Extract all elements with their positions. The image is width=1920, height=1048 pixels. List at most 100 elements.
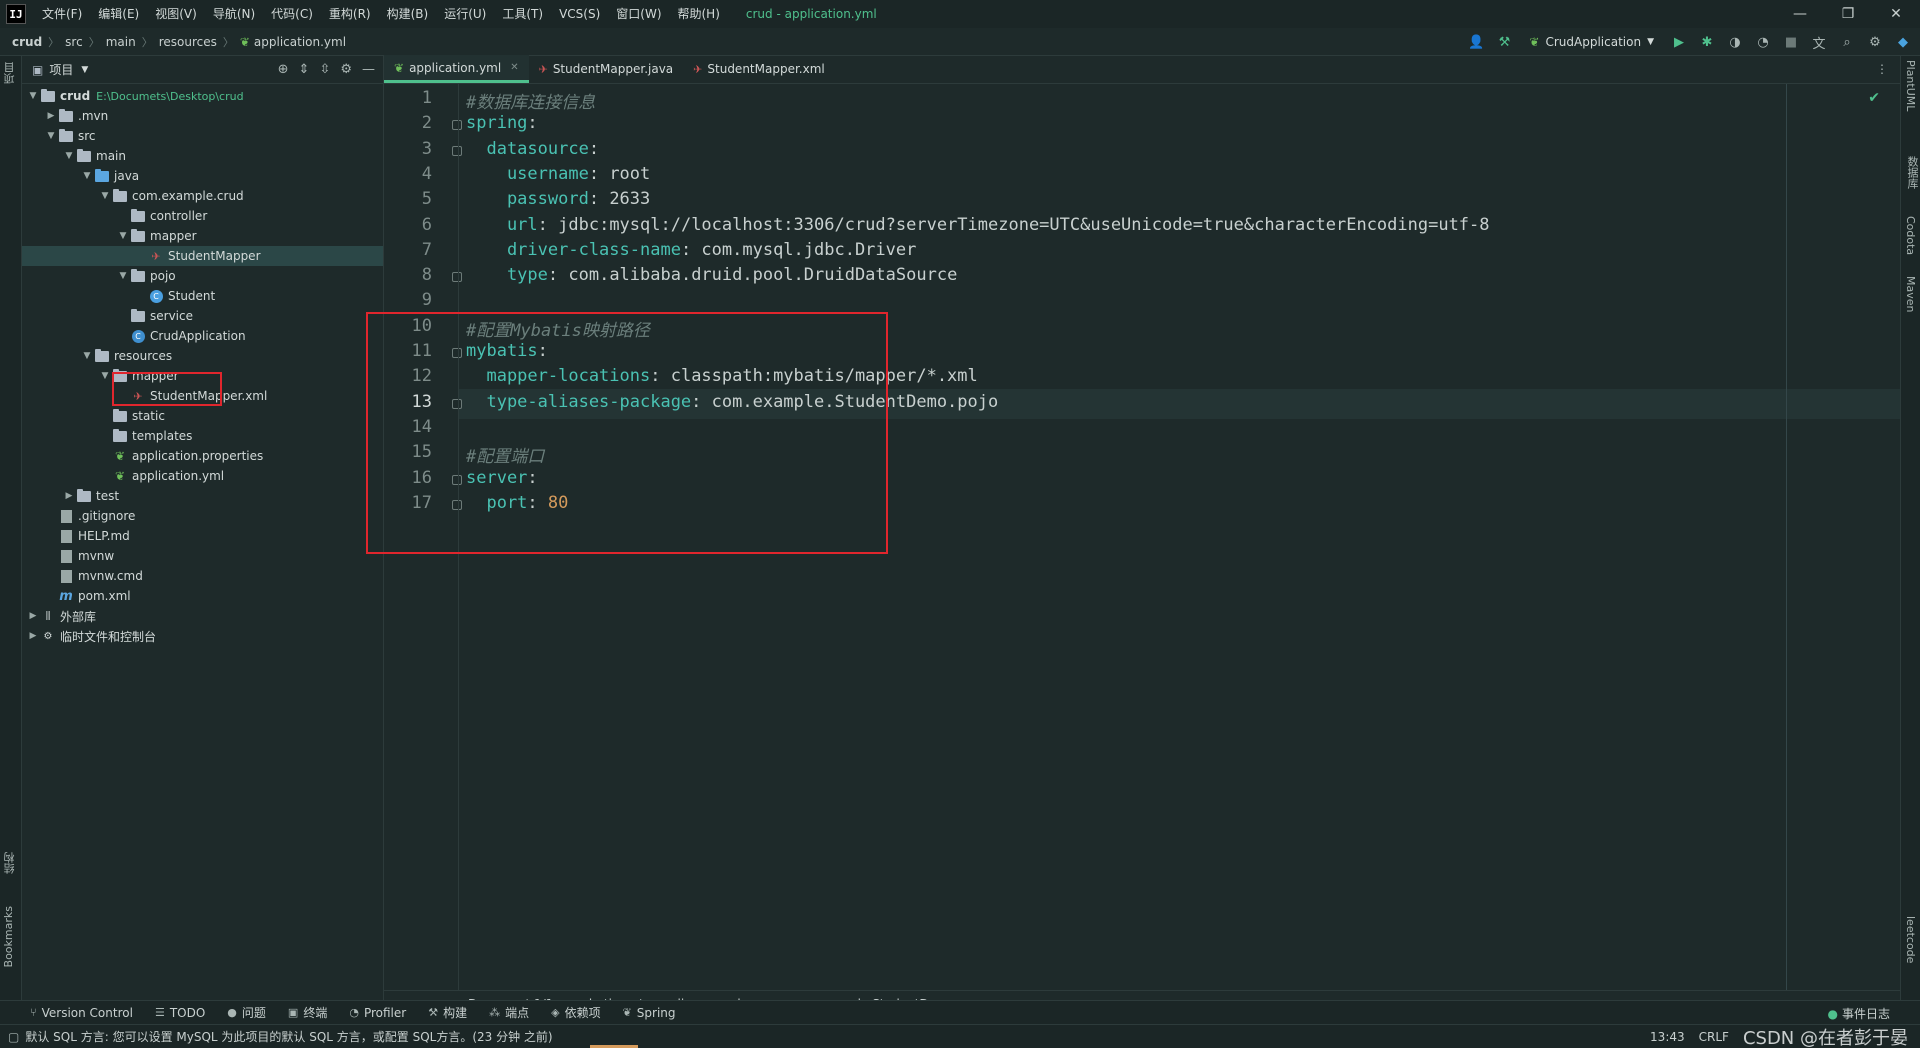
run-icon[interactable]: ▶ [1670, 33, 1688, 51]
chevron-right-icon[interactable]: ▶ [44, 111, 58, 121]
tree-item[interactable]: mvnw [22, 546, 383, 566]
breadcrumb-item[interactable]: crud [0, 35, 46, 49]
bookmarks-tool-window-tab[interactable]: Bookmarks [2, 906, 15, 967]
tree-item[interactable]: ▶ ⚙ 临时文件和控制台 [22, 626, 383, 646]
tree-item[interactable]: service [22, 306, 383, 326]
fold-marker-icon[interactable] [452, 145, 462, 156]
editor-tab[interactable]: ✈ StudentMapper.xml [683, 55, 835, 83]
stop-icon[interactable]: ■ [1782, 33, 1800, 51]
user-icon[interactable]: 👤 [1467, 33, 1485, 51]
restore-icon[interactable]: ❐ [1824, 0, 1872, 28]
chevron-down-icon[interactable]: ▼ [80, 351, 94, 361]
caret-position[interactable]: 13:43 [1650, 1030, 1685, 1044]
chevron-right-icon[interactable]: ▶ [62, 491, 76, 501]
translate-icon[interactable]: 文 [1810, 33, 1828, 52]
chevron-down-icon[interactable]: ▼ [80, 171, 94, 181]
right-tool-window-tab[interactable]: Codota [1904, 216, 1917, 255]
bottom-tool-button[interactable]: ❦ Spring [623, 1006, 676, 1020]
bottom-tool-button[interactable]: ☰ TODO [155, 1006, 205, 1020]
tree-item[interactable]: ✈ StudentMapper [22, 246, 383, 266]
inspection-ok-check-icon[interactable]: ✔ [1868, 90, 1880, 106]
close-icon[interactable]: ✕ [1872, 0, 1920, 28]
bottom-tool-button[interactable]: ⁂ 端点 [489, 1004, 529, 1021]
project-tool-window-tab[interactable]: 项目 [2, 62, 18, 84]
breadcrumb-item[interactable]: main [102, 35, 140, 49]
chevron-down-icon[interactable]: ▼ [98, 191, 112, 201]
tree-item[interactable]: ▼ java [22, 166, 383, 186]
tree-item[interactable]: ▼ main [22, 146, 383, 166]
tree-item[interactable]: static [22, 406, 383, 426]
line-separator[interactable]: CRLF [1699, 1030, 1729, 1044]
chevron-down-icon[interactable]: ▼ [62, 151, 76, 161]
editor-tab[interactable]: ❦ application.yml ✕ [384, 55, 529, 83]
menu-item[interactable]: 重构(R) [321, 0, 379, 28]
fold-marker-icon[interactable] [452, 120, 462, 131]
tree-item[interactable]: ❦ application.yml [22, 466, 383, 486]
more-tabs-icon[interactable]: ⋮ [1876, 62, 1888, 76]
build-hammer-icon[interactable]: ⚒ [1495, 33, 1513, 51]
tree-item[interactable]: C CrudApplication [22, 326, 383, 346]
fold-marker-icon[interactable] [452, 272, 462, 283]
chevron-down-icon[interactable]: ▼ [44, 131, 58, 141]
locate-icon[interactable]: ⊕ [278, 62, 289, 77]
settings-gear-icon[interactable]: ⚙ [340, 62, 352, 77]
tree-item[interactable]: controller [22, 206, 383, 226]
coverage-icon[interactable]: ◑ [1726, 33, 1744, 51]
menu-item[interactable]: 构建(B) [379, 0, 437, 28]
expand-all-icon[interactable]: ⇕ [299, 62, 310, 77]
chevron-down-icon[interactable]: ▼ [98, 371, 112, 381]
chevron-right-icon[interactable]: ▶ [26, 631, 40, 641]
right-tool-window-tab[interactable]: leetcode [1904, 916, 1917, 963]
chevron-down-icon[interactable]: ▼ [26, 91, 40, 101]
menu-item[interactable]: 视图(V) [147, 0, 205, 28]
menu-item[interactable]: 编辑(E) [90, 0, 147, 28]
tree-item[interactable]: ❦ application.properties [22, 446, 383, 466]
tree-item[interactable]: ▶ test [22, 486, 383, 506]
tree-item[interactable]: ▼ mapper [22, 226, 383, 246]
menu-item[interactable]: 导航(N) [205, 0, 263, 28]
debug-icon[interactable]: ✱ [1698, 33, 1716, 51]
right-tool-window-tab[interactable]: 数据库 [1904, 156, 1920, 189]
tree-item[interactable]: ▶ .mvn [22, 106, 383, 126]
chevron-down-icon[interactable]: ▼ [116, 271, 130, 281]
tree-item[interactable]: ▼ src [22, 126, 383, 146]
minimize-icon[interactable]: — [1776, 0, 1824, 28]
run-configuration-selector[interactable]: ❦ CrudApplication ▼ [1523, 35, 1660, 49]
menu-item[interactable]: 帮助(H) [670, 0, 728, 28]
bottom-tool-button[interactable]: ⚒ 构建 [428, 1004, 467, 1021]
breadcrumb-item[interactable]: src [61, 35, 87, 49]
menu-item[interactable]: VCS(S) [551, 0, 608, 28]
tree-item[interactable]: ▼ pojo [22, 266, 383, 286]
structure-tool-window-tab[interactable]: 结构 [2, 852, 18, 874]
settings-gear-icon[interactable]: ⚙ [1866, 33, 1884, 51]
tree-item[interactable]: ▼ com.example.crud [22, 186, 383, 206]
chevron-down-icon[interactable]: ▼ [81, 65, 88, 75]
chevron-right-icon[interactable]: ▶ [26, 611, 40, 621]
breadcrumb-item[interactable]: resources [155, 35, 221, 49]
tree-item[interactable]: mvnw.cmd [22, 566, 383, 586]
tree-item[interactable]: templates [22, 426, 383, 446]
tree-item[interactable]: C Student [22, 286, 383, 306]
tree-item[interactable]: ▶ ⫼ 外部库 [22, 606, 383, 626]
plugin-icon[interactable]: ◆ [1894, 33, 1912, 51]
tree-item[interactable]: ▼ resources [22, 346, 383, 366]
breadcrumb-item[interactable]: ❦ application.yml [236, 35, 350, 49]
search-icon[interactable]: ⌕ [1838, 33, 1856, 51]
bottom-tool-button[interactable]: ◔ Profiler [349, 1006, 406, 1020]
project-panel-title[interactable]: 项目 [49, 61, 73, 78]
right-tool-window-tab[interactable]: Maven [1904, 276, 1917, 312]
menu-item[interactable]: 文件(F) [34, 0, 90, 28]
tab-close-icon[interactable]: ✕ [510, 62, 518, 73]
tree-item[interactable]: HELP.md [22, 526, 383, 546]
bottom-tool-button[interactable]: ▣ 终端 [288, 1004, 327, 1021]
menu-item[interactable]: 代码(C) [263, 0, 321, 28]
menu-item[interactable]: 窗口(W) [608, 0, 669, 28]
code-area[interactable]: 1 2 3 4 5 6 7 8 9 10 11 12 13 14 15 16 17 ✔ #数据库连接信息 spri… [366, 84, 1900, 990]
right-tool-window-tab[interactable]: PlantUML [1904, 60, 1917, 111]
tree-item[interactable]: .gitignore [22, 506, 383, 526]
hide-panel-icon[interactable]: — [362, 62, 375, 77]
bottom-tool-button[interactable]: ⑂ Version Control [30, 1006, 133, 1020]
tree-item[interactable]: m pom.xml [22, 586, 383, 606]
chevron-down-icon[interactable]: ▼ [116, 231, 130, 241]
status-message[interactable]: ▢ 默认 SQL 方言: 您可以设置 MySQL 为此项目的默认 SQL 方言，… [8, 1028, 553, 1045]
